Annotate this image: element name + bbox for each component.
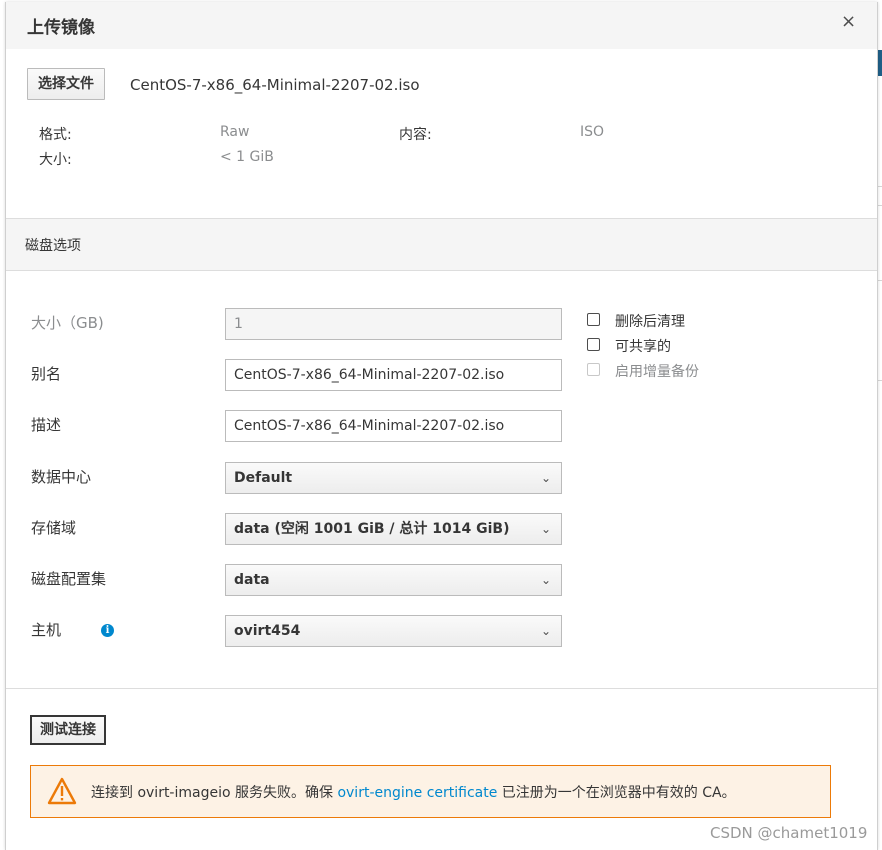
disk-profile-label: 磁盘配置集 — [31, 570, 107, 588]
test-connection-button[interactable]: 测试连接 — [30, 715, 106, 745]
size-label: 大小: — [39, 152, 72, 168]
alias-input[interactable]: CentOS-7-x86_64-Minimal-2207-02.iso — [225, 359, 562, 391]
upload-image-dialog: 上传镜像 × 选择文件 CentOS-7-x86_64-Minimal-2207… — [5, 2, 878, 850]
storage-domain-label: 存储域 — [31, 519, 77, 537]
storage-domain-selected-value: data (空闲 1001 GiB / 总计 1014 GiB) — [234, 521, 510, 537]
close-icon[interactable]: × — [841, 11, 856, 32]
disk-size-input: 1 — [225, 308, 562, 340]
disk-options-title: 磁盘选项 — [25, 238, 81, 254]
wipe-after-delete-checkbox[interactable] — [587, 313, 600, 326]
host-selected-value: ovirt454 — [234, 623, 301, 639]
chevron-down-icon: ⌄ — [540, 522, 551, 536]
wipe-after-delete-label: 删除后清理 — [615, 314, 685, 330]
datacenter-label: 数据中心 — [31, 468, 92, 486]
chevron-down-icon: ⌄ — [540, 471, 551, 485]
dialog-header: 上传镜像 × — [6, 2, 877, 49]
alert-text-before: 连接到 ovirt-imageio 服务失败。确保 — [91, 785, 338, 801]
description-input[interactable]: CentOS-7-x86_64-Minimal-2207-02.iso — [225, 410, 562, 442]
disk-profile-selected-value: data — [234, 572, 270, 588]
description-label: 描述 — [31, 416, 62, 434]
format-label: 格式: — [39, 127, 72, 143]
dialog-title: 上传镜像 — [27, 18, 95, 38]
datacenter-selected-value: Default — [234, 470, 293, 486]
shareable-label: 可共享的 — [615, 339, 671, 355]
warning-triangle-icon — [47, 777, 77, 805]
content-label: 内容: — [399, 127, 432, 143]
incremental-backup-label: 启用增量备份 — [615, 364, 699, 380]
chevron-down-icon: ⌄ — [540, 624, 551, 638]
shareable-checkbox[interactable] — [587, 338, 600, 351]
content-value: ISO — [580, 124, 605, 140]
section-divider — [6, 688, 877, 689]
datacenter-select[interactable]: Default ⌄ — [225, 462, 562, 494]
connection-warning-alert: 连接到 ovirt-imageio 服务失败。确保 ovirt-engine c… — [30, 765, 831, 818]
chevron-down-icon: ⌄ — [540, 573, 551, 587]
incremental-backup-checkbox — [587, 363, 600, 376]
disk-options-header: 磁盘选项 — [6, 218, 877, 271]
format-value: Raw — [220, 124, 250, 140]
certificate-link[interactable]: ovirt-engine certificate — [337, 785, 497, 801]
alias-label: 别名 — [31, 365, 62, 383]
disk-size-label: 大小（GB) — [31, 314, 104, 332]
alert-message: 连接到 ovirt-imageio 服务失败。确保 ovirt-engine c… — [91, 782, 736, 802]
storage-domain-select[interactable]: data (空闲 1001 GiB / 总计 1014 GiB) ⌄ — [225, 513, 562, 545]
host-label: 主机 i — [31, 619, 114, 640]
disk-profile-select[interactable]: data ⌄ — [225, 564, 562, 596]
watermark: CSDN @chamet1019 — [710, 824, 868, 842]
host-label-text: 主机 — [31, 621, 62, 639]
info-circle-icon[interactable]: i — [101, 624, 114, 637]
alert-text-after: 已注册为一个在浏览器中有效的 CA。 — [497, 785, 736, 801]
choose-file-button[interactable]: 选择文件 — [27, 68, 105, 100]
host-select[interactable]: ovirt454 ⌄ — [225, 615, 562, 647]
size-value: < 1 GiB — [220, 149, 274, 165]
selected-file-name: CentOS-7-x86_64-Minimal-2207-02.iso — [130, 76, 420, 94]
